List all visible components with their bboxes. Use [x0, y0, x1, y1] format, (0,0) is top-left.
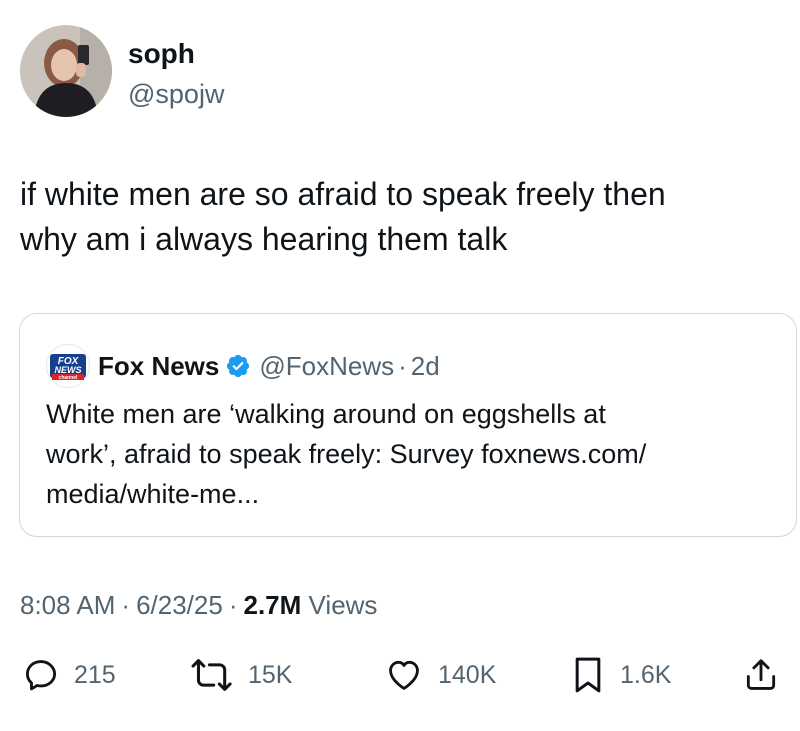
quoted-tweet-card[interactable]: FOX NEWS channel Fox News @FoxNews · 2d … — [19, 313, 797, 537]
repost-icon — [191, 659, 232, 691]
views-count: 2.7M — [243, 590, 302, 620]
avatar[interactable] — [20, 25, 112, 117]
tweet-meta: 8:08 AM · 6/23/25 · 2.7M Views — [20, 588, 377, 622]
verified-badge-icon — [227, 354, 250, 378]
avatar-image — [20, 25, 112, 117]
quoted-handle[interactable]: @FoxNews — [259, 351, 394, 382]
views-label: Views — [308, 590, 378, 620]
tweet-text-line: why am i always hearing them talk — [20, 221, 508, 257]
fox-logo-text: NEWS — [55, 365, 82, 375]
reply-count: 215 — [74, 660, 116, 689]
quoted-text-line: White men are ‘walking around on eggshel… — [46, 399, 606, 429]
author-handle[interactable]: @spojw — [128, 78, 224, 110]
quoted-tweet-age[interactable]: 2d — [411, 351, 440, 382]
like-button[interactable]: 140K — [384, 652, 496, 698]
tweet-text-line: if white men are so afraid to speak free… — [20, 176, 666, 212]
like-count: 140K — [438, 660, 497, 689]
separator-dot: · — [398, 350, 407, 381]
tweet-date[interactable]: 6/23/25 — [136, 590, 223, 620]
quoted-tweet-header: Fox News @FoxNews · 2d — [98, 344, 440, 388]
bookmark-button[interactable]: 1.6K — [570, 652, 671, 698]
reply-icon — [25, 660, 57, 691]
heart-icon — [389, 660, 419, 690]
reply-button[interactable]: 215 — [22, 652, 116, 698]
action-bar: 215 15K 140K 1.6K — [0, 652, 800, 698]
share-icon — [746, 659, 776, 690]
quoted-tweet-text: White men are ‘walking around on eggshel… — [46, 394, 776, 514]
bookmark-count: 1.6K — [620, 660, 672, 689]
fox-logo-text: channel — [59, 375, 79, 381]
quoted-text-line: media/white-me... — [46, 479, 260, 509]
fox-news-logo-icon: FOX NEWS channel — [46, 344, 90, 388]
bookmark-icon — [575, 657, 601, 693]
tweet-text: if white men are so afraid to speak free… — [20, 172, 780, 262]
separator-dot: · — [228, 590, 238, 620]
share-button[interactable] — [742, 652, 780, 698]
separator-dot: · — [121, 590, 131, 620]
repost-count: 15K — [248, 660, 293, 689]
tweet-time[interactable]: 8:08 AM — [20, 590, 115, 620]
quoted-display-name[interactable]: Fox News — [98, 351, 219, 382]
repost-button[interactable]: 15K — [190, 652, 292, 698]
quoted-text-line: work’, afraid to speak freely: Survey fo… — [46, 439, 647, 469]
author-display-name[interactable]: soph — [128, 38, 195, 70]
